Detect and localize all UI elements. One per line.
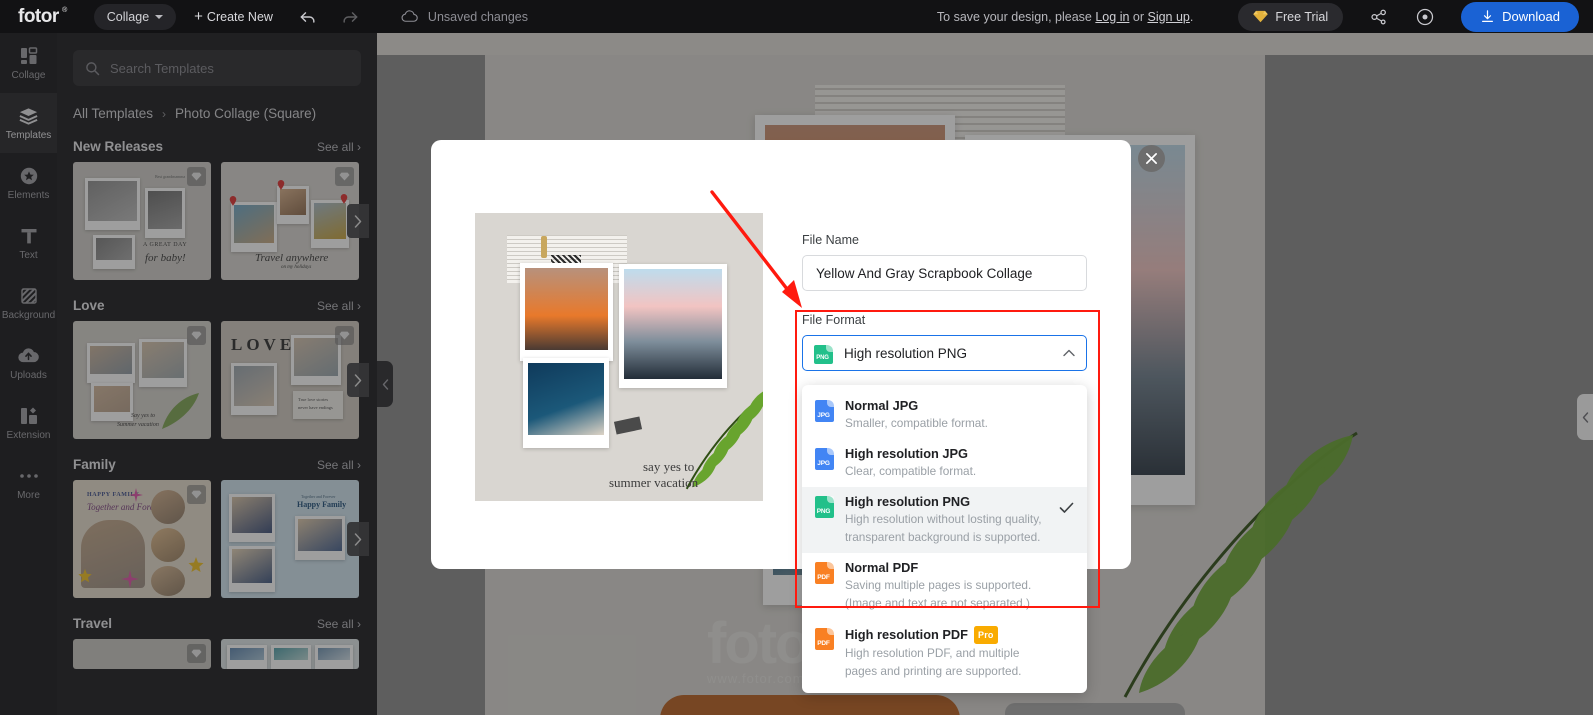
workspace-selector[interactable]: Collage: [93, 3, 177, 30]
option-description: Saving multiple pages is supported. (Ima…: [845, 578, 1032, 610]
option-text: Normal JPG Smaller, compatible format.: [845, 398, 1047, 432]
file-name-label: File Name: [802, 233, 859, 247]
download-button[interactable]: Download: [1461, 1, 1579, 32]
file-name-value: Yellow And Gray Scrapbook Collage: [816, 265, 1033, 281]
pdf-file-icon: PDF: [815, 628, 834, 650]
file-format-dropdown: JPG Normal JPG Smaller, compatible forma…: [802, 385, 1087, 693]
file-name-input[interactable]: Yellow And Gray Scrapbook Collage: [802, 255, 1087, 291]
option-description: Clear, compatible format.: [845, 464, 977, 478]
download-label: Download: [1502, 9, 1560, 24]
save-prompt-or: or: [1129, 9, 1148, 24]
check-slot: [1058, 560, 1074, 568]
option-description: High resolution PDF, and multiple pages …: [845, 646, 1022, 678]
preview-eye-icon[interactable]: [1415, 7, 1435, 27]
option-text: High resolution PDF Pro High resolution …: [845, 626, 1047, 680]
jpg-file-icon: JPG: [815, 400, 834, 422]
share-icon[interactable]: [1369, 7, 1389, 27]
download-icon: [1482, 10, 1494, 22]
paper-clip-shape: [613, 416, 643, 435]
png-file-icon: PNG: [815, 496, 834, 518]
file-format-label: File Format: [802, 313, 866, 327]
signup-link[interactable]: Sign up: [1147, 10, 1189, 24]
option-title: High resolution PDF Pro: [845, 626, 1047, 644]
collapse-panel-handle-right[interactable]: [1577, 394, 1593, 440]
sunset-photo: [525, 268, 608, 350]
polaroid-frame: [520, 263, 613, 361]
save-prompt-prefix: To save your design, please: [936, 9, 1096, 24]
png-file-icon: PNG: [814, 344, 833, 364]
option-title: Normal JPG: [845, 398, 919, 413]
close-modal-button[interactable]: [1138, 145, 1165, 172]
save-status-label: Unsaved changes: [427, 9, 528, 24]
download-form: File Name Yellow And Gray Scrapbook Coll…: [802, 233, 1087, 371]
option-description: Smaller, compatible format.: [845, 416, 988, 430]
file-icon-tag: JPG: [817, 460, 830, 467]
mountain-photo: [624, 269, 722, 379]
option-text: High resolution PNG High resolution with…: [845, 494, 1047, 546]
format-option-high-resolution-pdf[interactable]: PDF High resolution PDF Pro High resolut…: [802, 619, 1087, 687]
preview-caption-line2: summer vacation: [609, 475, 699, 490]
format-option-high-resolution-jpg[interactable]: JPG High resolution JPG Clear, compatibl…: [802, 439, 1087, 487]
cloud-icon: [401, 10, 418, 22]
save-prompt-suffix: .: [1189, 9, 1194, 24]
coffee-photo: [528, 363, 604, 435]
selected-format-label: High resolution PNG: [844, 345, 968, 361]
file-icon-tag: PDF: [817, 574, 830, 581]
file-icon-tag: JPG: [817, 412, 830, 419]
undo-icon[interactable]: [298, 7, 318, 27]
chevron-left-icon: [1582, 411, 1588, 423]
fotor-logo[interactable]: fotor ®: [18, 5, 67, 28]
format-option-normal-jpg[interactable]: JPG Normal JPG Smaller, compatible forma…: [802, 391, 1087, 439]
fotor-editor-window: fotor ® Collage + Create New Unsaved cha…: [0, 0, 1593, 715]
clothespin-icon: [541, 236, 547, 258]
format-option-high-resolution-png[interactable]: PNG High resolution PNG High resolution …: [802, 487, 1087, 553]
option-description: High resolution without losting quality,…: [845, 512, 1042, 544]
option-title: Normal PDF: [845, 560, 919, 575]
file-icon-tag: PNG: [816, 508, 831, 515]
option-text: Normal PDF Saving multiple pages is supp…: [845, 560, 1047, 612]
polaroid-frame: [619, 264, 727, 388]
undo-redo-group: [298, 7, 360, 27]
save-prompt: To save your design, please Log in or Si…: [937, 10, 1193, 24]
polaroid-frame: [523, 358, 609, 448]
format-option-normal-pdf[interactable]: PDF Normal PDF Saving multiple pages is …: [802, 553, 1087, 619]
create-new-label: Create New: [206, 9, 273, 24]
top-toolbar: fotor ® Collage + Create New Unsaved cha…: [0, 0, 1593, 33]
save-status: Unsaved changes: [400, 9, 528, 24]
logo-registered-mark: ®: [62, 6, 67, 14]
check-slot: [1058, 398, 1074, 406]
file-icon-tag: PDF: [817, 640, 830, 647]
pro-badge: Pro: [974, 626, 998, 644]
close-icon: [1146, 153, 1157, 164]
option-title: High resolution JPG: [845, 446, 969, 461]
login-link[interactable]: Log in: [1095, 10, 1129, 24]
workspace-label: Collage: [106, 9, 150, 24]
check-slot: [1058, 626, 1074, 634]
selected-check-icon: [1058, 494, 1074, 514]
logo-text: fotor: [18, 5, 59, 27]
diamond-icon: [1253, 10, 1269, 23]
free-trial-button[interactable]: Free Trial: [1238, 2, 1344, 31]
preview-caption-line1: say yes to: [643, 459, 695, 474]
option-text: High resolution JPG Clear, compatible fo…: [845, 446, 1047, 480]
chevron-down-icon: [155, 14, 164, 19]
top-toolbar-right: To save your design, please Log in or Si…: [937, 1, 1593, 32]
jpg-file-icon: JPG: [815, 448, 834, 470]
redo-icon[interactable]: [340, 7, 360, 27]
file-format-select[interactable]: PNG High resolution PNG: [802, 335, 1087, 371]
design-preview-thumbnail: say yes to summer vacation: [475, 213, 763, 501]
chevron-up-icon: [1063, 349, 1075, 357]
option-title-text: High resolution PDF: [845, 627, 968, 642]
create-new-button[interactable]: + Create New: [194, 9, 273, 24]
pdf-file-icon: PDF: [815, 562, 834, 584]
option-title: High resolution PNG: [845, 494, 971, 509]
free-trial-label: Free Trial: [1275, 9, 1329, 24]
plus-icon: +: [194, 8, 203, 25]
check-slot: [1058, 446, 1074, 454]
